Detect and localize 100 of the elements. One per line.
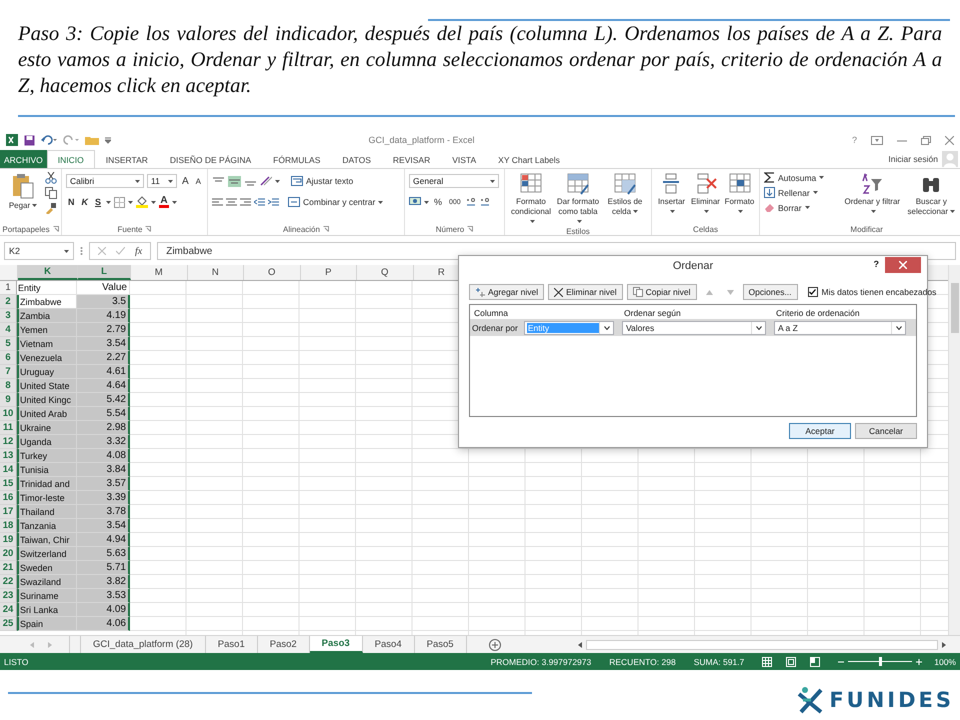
column-header[interactable]: O — [244, 265, 300, 280]
ribbon-tab[interactable]: INSERTAR — [94, 150, 159, 168]
table-cell: Suriname — [17, 589, 77, 603]
text-angle-icon[interactable] — [260, 176, 272, 186]
clear-button[interactable]: Borrar — [764, 202, 824, 213]
outdent-icon[interactable] — [254, 198, 265, 206]
increase-decimal-icon[interactable] — [466, 197, 477, 207]
column-header[interactable]: M — [131, 265, 188, 280]
help-button[interactable]: ? — [852, 135, 857, 145]
ribbon-tab[interactable]: FÓRMULAS — [262, 150, 332, 168]
ribbon-tab[interactable]: VISTA — [441, 150, 488, 168]
chevron-down-icon — [604, 326, 610, 330]
file-tab[interactable]: ARCHIVO — [0, 150, 47, 168]
cell-styles-button[interactable]: Estilos de celda — [603, 172, 647, 217]
scissors-icon[interactable] — [45, 172, 57, 184]
percent-button[interactable]: % — [432, 196, 444, 208]
font-size-field[interactable]: 11 — [147, 174, 177, 188]
sort-level-row[interactable]: Ordenar por Entity Valores A a Z — [470, 319, 916, 336]
insert-function-button[interactable]: fx — [135, 246, 142, 256]
vertical-align-button[interactable] — [228, 176, 241, 186]
ribbon-tab[interactable]: INICIO — [46, 150, 95, 168]
ribbon-display-icon[interactable] — [871, 136, 883, 144]
italic-button[interactable]: K — [80, 196, 90, 208]
excel-logo-icon[interactable] — [6, 134, 18, 146]
launcher-icon[interactable] — [52, 226, 59, 232]
align-center-icon[interactable] — [226, 198, 237, 206]
autosum-button[interactable]: Autosuma — [764, 172, 824, 183]
normal-view-icon[interactable] — [762, 656, 772, 666]
conditional-format-button[interactable]: Formato condicional — [509, 172, 553, 227]
align-left-icon[interactable] — [212, 198, 223, 206]
slider-thumb[interactable] — [878, 657, 882, 666]
checkbox[interactable] — [808, 287, 818, 297]
vertical-scrollbar[interactable] — [948, 265, 960, 635]
number-format-field[interactable]: General — [409, 174, 499, 188]
restore-icon[interactable] — [921, 136, 931, 144]
sort-filter-button[interactable]: Ordenar y filtrar — [844, 172, 900, 217]
borders-icon[interactable] — [114, 196, 126, 208]
ribbon-tab[interactable]: DATOS — [331, 150, 382, 168]
decrease-decimal-icon[interactable] — [480, 197, 491, 207]
column-header[interactable]: K — [18, 265, 78, 280]
currency-icon[interactable] — [409, 197, 421, 207]
fill-color-icon[interactable] — [136, 196, 148, 208]
customize-icon[interactable] — [105, 136, 111, 144]
caret-icon — [128, 200, 134, 204]
add-sheet-icon[interactable] — [488, 638, 501, 650]
ribbon-tab[interactable]: XY Chart Labels — [487, 150, 571, 168]
accept-button[interactable]: Aceptar — [789, 423, 851, 439]
shrink-font-button[interactable]: A — [194, 176, 204, 186]
launcher-icon[interactable] — [467, 226, 474, 232]
grow-font-button[interactable]: A — [180, 174, 191, 188]
align-right-icon[interactable] — [240, 198, 251, 206]
indent-icon[interactable] — [268, 198, 279, 206]
close-button[interactable] — [885, 257, 921, 273]
sheet-tab[interactable]: Paso3 — [310, 636, 363, 653]
cancel-button[interactable]: Cancelar — [855, 423, 917, 439]
copy-level-button[interactable]: Copiar nivel — [626, 284, 697, 300]
font-color-button[interactable]: A — [159, 196, 170, 208]
launcher-icon[interactable] — [145, 226, 152, 232]
insert-button[interactable]: Insertar — [656, 172, 687, 217]
sign-in-link[interactable]: Iniciar sesión — [888, 154, 938, 164]
add-level-button[interactable]: Agregar nivel — [469, 284, 544, 300]
launcher-icon[interactable] — [322, 226, 329, 232]
column-header[interactable]: P — [300, 265, 357, 280]
font-name-field[interactable]: Calibri — [66, 174, 144, 188]
save-icon[interactable] — [24, 134, 35, 146]
page-layout-icon[interactable] — [786, 656, 796, 666]
dropdown-field[interactable]: A a Z — [774, 320, 906, 334]
table-cell: Thailand — [17, 505, 77, 519]
format-button[interactable]: Formato — [724, 172, 755, 217]
bold-button[interactable]: N — [66, 196, 76, 208]
zoom-in-icon[interactable] — [916, 658, 922, 664]
row-number: 20 — [0, 547, 17, 561]
underline-button[interactable]: S — [93, 196, 104, 208]
wrap-text-button[interactable]: Ajustar texto — [291, 176, 354, 186]
fill-button[interactable]: Rellenar — [764, 187, 824, 198]
dropdown-field[interactable]: Valores — [622, 320, 766, 334]
format-as-table-button[interactable]: Dar formato como tabla — [556, 172, 600, 227]
ribbon-tab[interactable]: DISEÑO DE PÁGINA — [158, 150, 262, 168]
delete-level-button[interactable]: Eliminar nivel — [548, 284, 623, 300]
paste-button[interactable]: Pegar — [4, 172, 42, 211]
column-header[interactable]: L — [78, 265, 131, 280]
column-header[interactable]: Q — [357, 265, 414, 280]
options-button[interactable]: Opciones... — [742, 284, 798, 300]
delete-button[interactable]: Eliminar — [690, 172, 721, 217]
help-button[interactable]: ? — [874, 259, 879, 269]
paintbrush-icon[interactable] — [45, 202, 57, 214]
find-select-button[interactable]: Buscar y seleccionar — [903, 172, 960, 217]
row-number: 12 — [0, 435, 17, 449]
undo-icon[interactable] — [41, 135, 57, 145]
merge-center-button[interactable]: Combinar y centrar — [288, 197, 384, 207]
zoom-level[interactable]: 100% — [934, 656, 956, 666]
copy-icon[interactable] — [45, 187, 57, 199]
check-icon[interactable] — [116, 247, 125, 255]
close-icon[interactable] — [945, 136, 954, 144]
page-break-icon[interactable] — [810, 656, 820, 666]
ribbon-tab[interactable]: REVISAR — [382, 150, 442, 168]
column-header[interactable]: N — [188, 265, 244, 280]
zoom-out-icon[interactable] — [838, 658, 844, 664]
status-stat: PROMEDIO: 3.997972973 — [490, 656, 592, 666]
name-box[interactable]: K2 — [4, 242, 74, 260]
